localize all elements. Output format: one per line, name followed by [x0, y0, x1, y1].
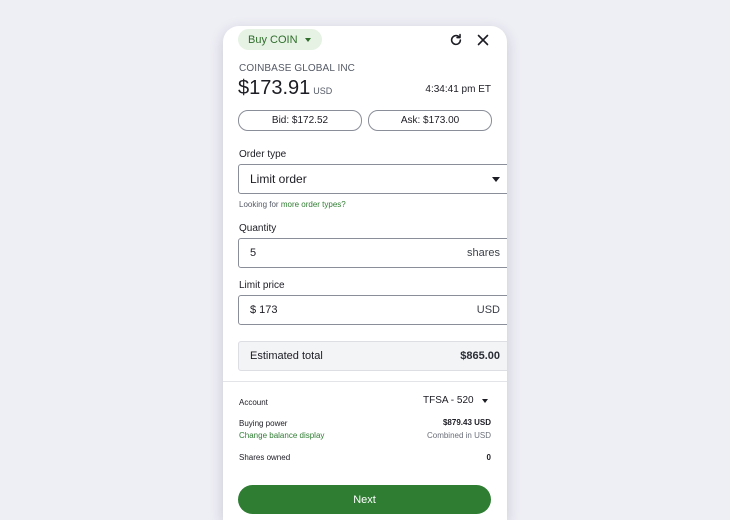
app-background: Buy COIN COINBASE GLOBAL INC $173.91 USD … [0, 0, 730, 520]
limit-price-input[interactable]: $ 173 USD [238, 295, 507, 325]
buying-power-value: $879.43 USD [442, 418, 491, 427]
company-name: COINBASE GLOBAL INC [239, 63, 356, 74]
more-order-types-link[interactable]: more order types? [281, 200, 346, 209]
quantity-label: Quantity [239, 223, 277, 234]
refresh-button[interactable] [447, 31, 465, 49]
order-type-label: Order type [239, 149, 287, 160]
order-panel: Buy COIN COINBASE GLOBAL INC $173.91 USD … [223, 26, 507, 520]
refresh-icon [450, 33, 462, 46]
caret-down-icon [481, 398, 488, 403]
price-value: $173.91 [238, 77, 311, 99]
estimated-total-value: $865.00 [460, 350, 500, 362]
buy-symbol-label: Buy COIN [248, 33, 298, 46]
account-value: TFSA - 520 [423, 395, 474, 406]
order-type-value: Limit order [250, 172, 307, 186]
close-button[interactable] [474, 31, 492, 49]
quote-time: 4:34:41 pm ET [425, 84, 491, 95]
change-balance-display-link[interactable]: Change balance display [239, 431, 324, 440]
account-label: Account [239, 398, 268, 407]
estimated-total-box: Estimated total $865.00 [238, 341, 507, 371]
buy-symbol-dropdown[interactable]: Buy COIN [238, 29, 322, 50]
ask-button[interactable]: Ask: $173.00 [368, 110, 492, 131]
quantity-suffix: shares [466, 247, 500, 259]
close-icon [477, 34, 489, 46]
limit-price-label: Limit price [239, 280, 285, 291]
price-currency: USD [313, 86, 333, 96]
limit-price-value: $ 173 [250, 304, 278, 316]
last-price: $173.91 USD [238, 77, 332, 100]
more-types-prefix: Looking for [239, 200, 279, 209]
quantity-value: 5 [250, 247, 257, 259]
shares-owned-value: 0 [486, 453, 491, 462]
combined-in-usd-note: Combined in USD [426, 431, 491, 440]
next-button[interactable]: Next [238, 485, 491, 514]
estimated-total-label: Estimated total [250, 350, 323, 362]
shares-owned-label: Shares owned [239, 453, 291, 462]
bid-button[interactable]: Bid: $172.52 [238, 110, 362, 131]
account-select[interactable]: TFSA - 520 [423, 395, 488, 406]
buying-power-label: Buying power [239, 419, 288, 428]
limit-price-suffix: USD [476, 304, 500, 316]
section-divider [223, 381, 507, 382]
quantity-input[interactable]: 5 shares [238, 238, 507, 268]
caret-down-icon [304, 37, 311, 42]
more-order-types-hint: Looking for more order types? [239, 200, 346, 209]
order-type-select[interactable]: Limit order [238, 164, 507, 194]
caret-down-icon [492, 176, 500, 182]
